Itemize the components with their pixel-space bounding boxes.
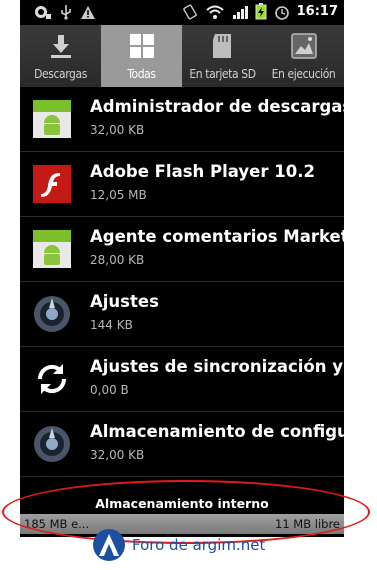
battery-charging-icon [255,3,267,20]
sync-icon [37,364,67,394]
tab-todas[interactable]: Todas [101,25,182,87]
app-list-item[interactable]: Almacenamiento de configur 32,00 KB [20,412,344,477]
android-default-icon [33,100,71,138]
argim-logo-icon [93,529,125,561]
android-default-icon [33,230,71,268]
tab-todas-label: Todas [127,67,156,81]
download-icon [50,35,71,58]
app-size: 144 KB [90,318,133,332]
app-name: Adobe Flash Player 10.2 [90,162,315,181]
usb-icon [61,5,71,20]
app-list-item[interactable]: Administrador de descargas 32,00 KB [20,87,344,152]
wifi-icon [205,5,224,19]
grid-icon [129,34,154,58]
app-size: 28,00 KB [90,253,145,267]
rotation-icon [182,3,197,20]
app-list-item[interactable]: Ajustes de sincronización y d 0,00 B [20,347,344,412]
app-name: Agente comentarios Market [90,227,344,246]
app-list-item[interactable]: Ajustes 144 KB [20,282,344,347]
settings-icon [34,426,70,462]
app-size: 32,00 KB [90,123,145,137]
tab-descargas[interactable]: Descargas [20,25,101,87]
sd-card-icon [212,34,231,58]
flash-icon [33,165,71,203]
status-bar: 16:17 [20,0,344,24]
settings-icon [34,296,70,332]
tab-en-tarjeta-sd-label: En tarjeta SD [189,67,256,81]
status-time: 16:17 [296,4,338,19]
tab-en-ejecucion[interactable]: En ejecución [263,25,344,87]
alarm-icon [274,5,289,20]
watermark: Foro de argim.net [92,528,265,562]
app-list-item[interactable]: Adobe Flash Player 10.2 12,05 MB [20,152,344,217]
warning-icon [81,5,95,19]
notification-icon [35,6,51,19]
app-size: 12,05 MB [90,188,147,202]
watermark-text: Foro de argim.net [132,536,266,554]
app-name: Ajustes de sincronización y d [90,357,344,376]
app-list-item[interactable]: Agente comentarios Market 28,00 KB [20,217,344,282]
signal-icon [232,5,248,19]
app-size: 0,00 B [90,383,129,397]
app-name: Ajustes [90,292,159,311]
tab-descargas-label: Descargas [34,67,87,81]
running-apps-icon [290,33,317,59]
app-name: Administrador de descargas [90,97,344,116]
app-name: Almacenamiento de configur [90,422,344,441]
tab-bar: Descargas Todas En tarjeta SD En ejecuci… [20,25,344,87]
tab-en-ejecucion-label: En ejecución [271,67,336,81]
app-list[interactable]: Administrador de descargas 32,00 KB Adob… [20,87,344,487]
phone-screen: 16:17 Descargas Todas En tarjeta SD En e… [20,0,344,537]
app-size: 32,00 KB [90,448,145,462]
tab-en-tarjeta-sd[interactable]: En tarjeta SD [182,25,263,87]
